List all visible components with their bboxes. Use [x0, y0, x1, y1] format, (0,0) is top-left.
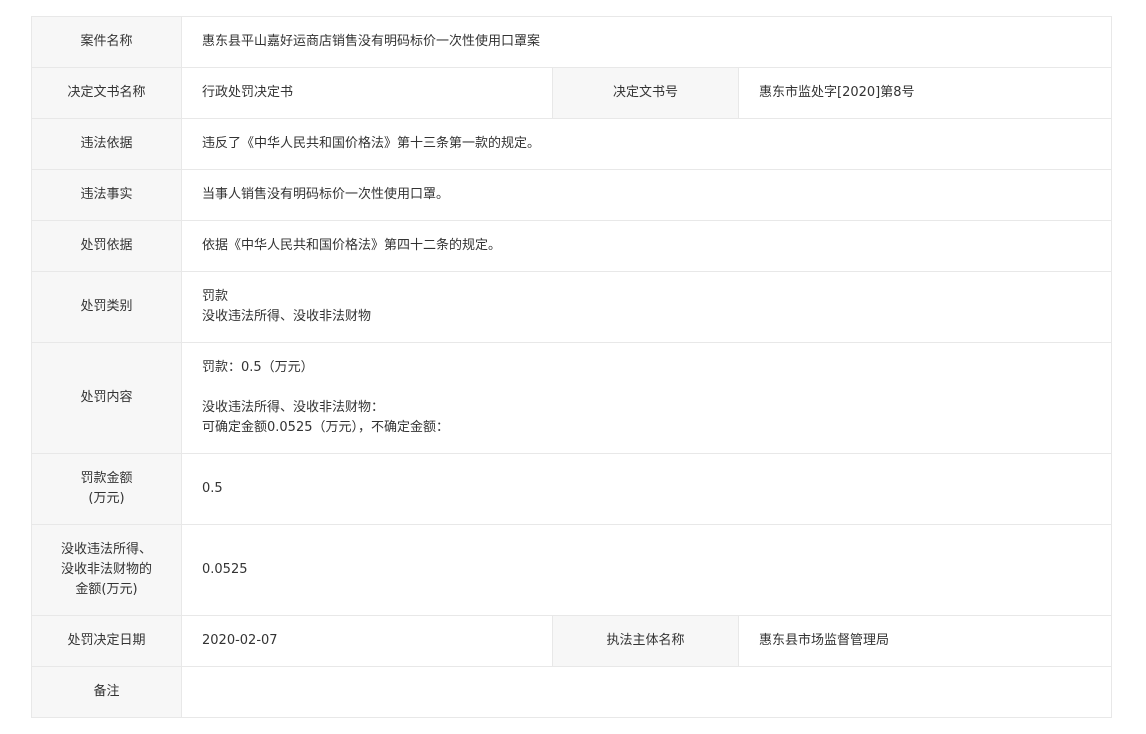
penalty-type-value: 罚款 没收违法所得、没收非法财物	[181, 271, 1112, 343]
confiscation-amount-value: 0.0525	[181, 524, 1112, 616]
violation-facts-value: 当事人销售没有明码标价一次性使用口罩。	[181, 169, 1112, 221]
row-violation-facts: 违法事实 当事人销售没有明码标价一次性使用口罩。	[31, 169, 1112, 221]
case-name-value: 惠东县平山嘉好运商店销售没有明码标价一次性使用口罩案	[181, 16, 1112, 68]
row-penalty-basis: 处罚依据 依据《中华人民共和国价格法》第四十二条的规定。	[31, 220, 1112, 272]
row-violation-basis: 违法依据 违反了《中华人民共和国价格法》第十三条第一款的规定。	[31, 118, 1112, 170]
penalty-type-label: 处罚类别	[31, 271, 182, 343]
enforcement-body-label: 执法主体名称	[552, 615, 739, 667]
row-penalty-content: 处罚内容 罚款：0.5（万元） 没收违法所得、没收非法财物： 可确定金额0.05…	[31, 342, 1112, 454]
decision-date-label: 处罚决定日期	[31, 615, 182, 667]
decision-date-value: 2020-02-07	[181, 615, 553, 667]
penalty-type-line: 罚款	[202, 289, 229, 304]
penalty-record-table: 案件名称 惠东县平山嘉好运商店销售没有明码标价一次性使用口罩案 决定文书名称 行…	[31, 16, 1112, 718]
row-decision-date: 处罚决定日期 2020-02-07 执法主体名称 惠东县市场监督管理局	[31, 615, 1112, 667]
penalty-basis-label: 处罚依据	[31, 220, 182, 272]
remarks-value	[181, 666, 1112, 718]
violation-facts-label: 违法事实	[31, 169, 182, 221]
violation-basis-value: 违反了《中华人民共和国价格法》第十三条第一款的规定。	[181, 118, 1112, 170]
doc-number-label: 决定文书号	[552, 67, 739, 119]
row-doc-name: 决定文书名称 行政处罚决定书 决定文书号 惠东市监处字[2020]第8号	[31, 67, 1112, 119]
fine-amount-label: 罚款金额 (万元)	[31, 453, 182, 525]
penalty-content-line: 可确定金额0.0525（万元），不确定金额：	[202, 420, 449, 435]
remarks-label: 备注	[31, 666, 182, 718]
doc-number-value: 惠东市监处字[2020]第8号	[738, 67, 1112, 119]
penalty-content-label: 处罚内容	[31, 342, 182, 454]
case-name-label: 案件名称	[31, 16, 182, 68]
row-penalty-type: 处罚类别 罚款 没收违法所得、没收非法财物	[31, 271, 1112, 343]
row-confiscation-amount: 没收违法所得、 没收非法财物的 金额(万元) 0.0525	[31, 524, 1112, 616]
penalty-type-line: 没收违法所得、没收非法财物	[202, 309, 372, 324]
penalty-content-line: 罚款：0.5（万元）	[202, 360, 314, 375]
fine-amount-value: 0.5	[181, 453, 1112, 525]
confiscation-label-line: 没收非法财物的	[60, 562, 152, 577]
penalty-content-value: 罚款：0.5（万元） 没收违法所得、没收非法财物： 可确定金额0.0525（万元…	[181, 342, 1112, 454]
penalty-basis-value: 依据《中华人民共和国价格法》第四十二条的规定。	[181, 220, 1112, 272]
penalty-content-line: 没收违法所得、没收非法财物：	[202, 400, 385, 415]
confiscation-amount-label: 没收违法所得、 没收非法财物的 金额(万元)	[31, 524, 182, 616]
row-fine-amount: 罚款金额 (万元) 0.5	[31, 453, 1112, 525]
fine-amount-label-line: 罚款金额	[80, 471, 133, 486]
fine-amount-label-line: (万元)	[88, 491, 125, 506]
enforcement-body-value: 惠东县市场监督管理局	[738, 615, 1112, 667]
violation-basis-label: 违法依据	[31, 118, 182, 170]
confiscation-label-line: 没收违法所得、	[60, 542, 152, 557]
penalty-record: 案件名称 惠东县平山嘉好运商店销售没有明码标价一次性使用口罩案 决定文书名称 行…	[31, 16, 1112, 718]
row-case-name: 案件名称 惠东县平山嘉好运商店销售没有明码标价一次性使用口罩案	[31, 16, 1112, 68]
doc-name-value: 行政处罚决定书	[181, 67, 553, 119]
doc-name-label: 决定文书名称	[31, 67, 182, 119]
confiscation-label-line: 金额(万元)	[75, 582, 138, 597]
row-remarks: 备注	[31, 666, 1112, 718]
